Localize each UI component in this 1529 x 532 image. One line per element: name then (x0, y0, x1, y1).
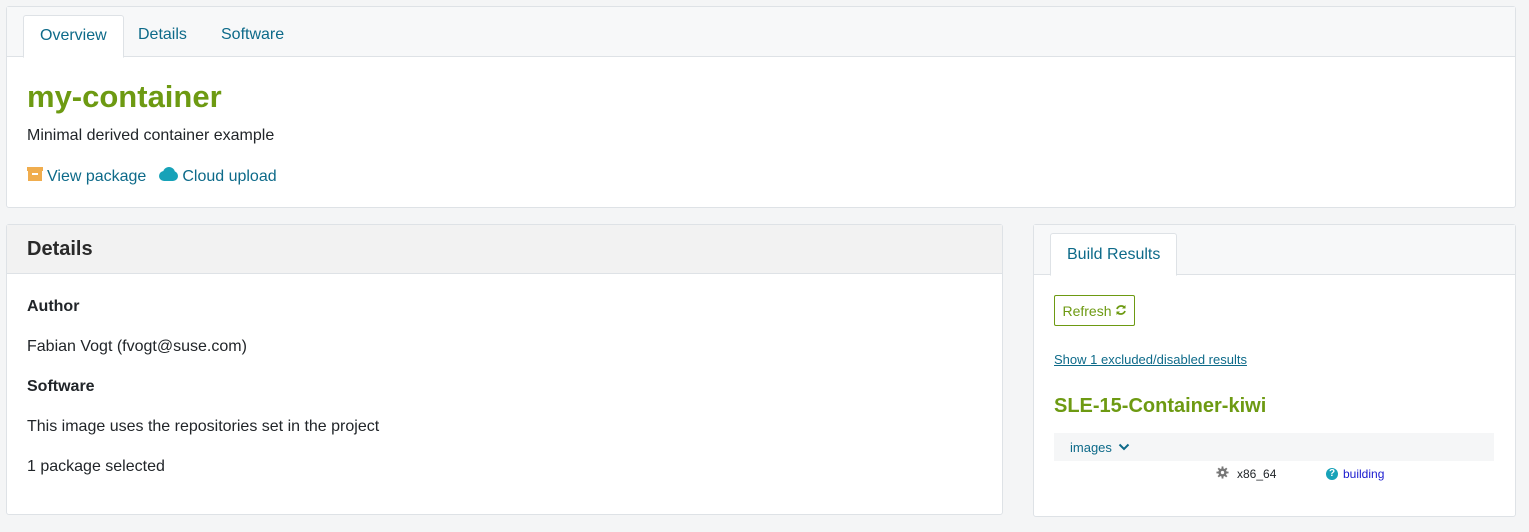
tab-overview[interactable]: Overview (23, 15, 124, 58)
build-status-label: building (1343, 467, 1385, 481)
packages-selected: 1 package selected (27, 458, 165, 475)
software-value: This image uses the repositories set in … (27, 418, 380, 435)
details-header: Details (7, 225, 1002, 274)
build-results-card: Build Results Refresh Show 1 excluded/di… (1033, 224, 1516, 517)
overview-tabs: Overview Details Software (7, 7, 1515, 58)
build-status-link[interactable]: ? building (1326, 467, 1384, 481)
page-title: my-container (27, 79, 222, 114)
repository-title[interactable]: SLE-15-Container-kiwi (1054, 395, 1266, 418)
arch-cell: x86_64 (1216, 466, 1276, 482)
view-package-link[interactable]: View package (27, 167, 146, 186)
repository-row-toggle[interactable]: images (1054, 433, 1494, 461)
refresh-button[interactable]: Refresh (1054, 295, 1135, 326)
package-description: Minimal derived container example (27, 127, 275, 144)
package-links: View package Cloud upload (27, 167, 289, 186)
author-label: Author (27, 298, 80, 315)
question-circle-icon: ? (1326, 468, 1338, 480)
cloud-upload-link[interactable]: Cloud upload (158, 167, 277, 186)
show-excluded-link[interactable]: Show 1 excluded/disabled results (1054, 352, 1247, 367)
cloud-upload-label: Cloud upload (182, 167, 277, 185)
refresh-label: Refresh (1062, 302, 1112, 319)
details-card: Details Author Fabian Vogt (fvogt@suse.c… (6, 224, 1003, 515)
build-results-tabs: Build Results (1034, 225, 1515, 276)
view-package-label: View package (47, 167, 147, 185)
tab-build-results[interactable]: Build Results (1050, 233, 1178, 276)
overview-card: Overview Details Software my-container M… (6, 6, 1516, 208)
chevron-down-icon (1112, 440, 1130, 455)
gear-icon (1216, 466, 1237, 482)
archive-icon (27, 167, 47, 186)
build-result-row: x86_64 ? building (1054, 463, 1494, 485)
software-label: Software (27, 378, 95, 395)
cloud-icon (158, 167, 182, 186)
tab-software[interactable]: Software (205, 15, 300, 58)
refresh-icon (1112, 303, 1127, 319)
arch-label: x86_64 (1237, 467, 1277, 481)
tab-details[interactable]: Details (122, 15, 203, 58)
repository-row-label: images (1070, 439, 1112, 455)
author-value: Fabian Vogt (fvogt@suse.com) (27, 338, 247, 355)
